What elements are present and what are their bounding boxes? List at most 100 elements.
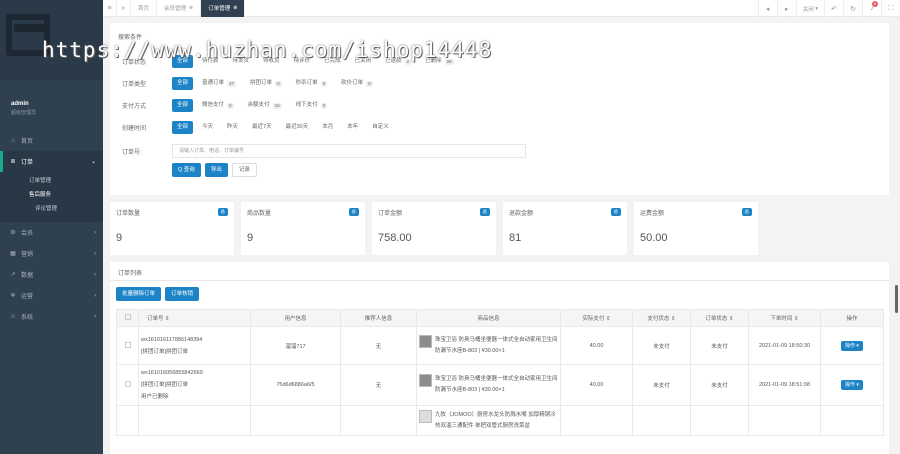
- export-button[interactable]: 导出: [204, 163, 228, 177]
- filter-option[interactable]: 今天: [197, 121, 218, 134]
- order-status-cell: 未支付: [690, 364, 749, 406]
- row-select[interactable]: [116, 405, 139, 436]
- close-icon[interactable]: ⊗: [189, 5, 193, 11]
- checkbox[interactable]: [124, 341, 131, 348]
- filter-option[interactable]: 最近30天: [281, 121, 314, 134]
- notification-badge: 8: [871, 1, 878, 7]
- stat-badge: 总: [610, 208, 621, 216]
- sidebar-item-data[interactable]: ↗ 数据 ›: [0, 264, 103, 285]
- operate-dropdown[interactable]: 操作 ▾: [841, 340, 863, 351]
- filter-option[interactable]: 全部: [172, 99, 194, 112]
- user-profile[interactable]: admin 超级管理员: [11, 101, 36, 116]
- fullscreen-icon[interactable]: ⛶: [881, 0, 900, 17]
- filter-option[interactable]: 全部: [172, 77, 194, 90]
- checkbox[interactable]: [124, 381, 131, 387]
- record-button[interactable]: 记录: [231, 163, 257, 177]
- query-button[interactable]: Q 查询: [172, 163, 201, 177]
- tab-scroll-left-icon[interactable]: ◂: [757, 0, 777, 17]
- col-user: 用户信息: [250, 309, 341, 327]
- sidebar-item-system[interactable]: ☺ 系统 ›: [0, 306, 103, 327]
- sidebar-item-home[interactable]: ⌂ 首页: [0, 130, 103, 151]
- table-row: wx161016117886148394 [拼团订单]拼团订单 溜溜717 无 珠…: [116, 326, 884, 365]
- time-cell: 2021-01-09 18:51:08: [748, 364, 821, 406]
- close-dropdown[interactable]: 关闭 ▾: [795, 0, 824, 17]
- col-order-status[interactable]: 订单状态 ⇕: [690, 309, 749, 327]
- stat-card-goods: 商品数量 总 9: [241, 202, 365, 255]
- col-referrer: 推荐人信息: [340, 309, 417, 327]
- user-cell: [250, 405, 341, 436]
- pay-status-cell: 未支付: [632, 364, 691, 406]
- order-no-cell: wx161016117886148394 [拼团订单]拼团订单: [138, 326, 251, 365]
- operate-dropdown[interactable]: 操作 ▾: [841, 380, 863, 390]
- sidebar-item-ops[interactable]: ✲ 运营 ›: [0, 285, 103, 306]
- filter-option[interactable]: 普通订单 37: [197, 77, 241, 90]
- order-table: 订单号 ⇕ 用户信息 推荐人信息 商品信息 实际支付 ⇕ 支付状态 ⇕ 订单状态…: [116, 309, 884, 436]
- submenu-comment[interactable]: 评论管理: [0, 202, 103, 216]
- close-icon[interactable]: ⊗: [233, 5, 237, 11]
- goods-cell: 九牧（JOMOO）厨房水龙头防溅水嘴 加厚精铜冷热双温三通配件 单把双管式厨房洗…: [416, 405, 561, 436]
- submenu-after-sale[interactable]: 售后服务: [0, 188, 103, 202]
- stat-value: 758.00: [378, 232, 412, 244]
- tab-scroll-right-icon[interactable]: ▸: [776, 0, 796, 17]
- filter-option[interactable]: 昨天: [222, 121, 243, 134]
- filter-option[interactable]: 余额支付 15: [243, 99, 287, 112]
- watermark-text: https://www.huzhan.com/ishop14448: [42, 38, 493, 62]
- col-time[interactable]: 下单时间 ⇕: [748, 309, 821, 327]
- filter-option[interactable]: 最近7天: [247, 121, 277, 134]
- refresh-icon[interactable]: ↻: [843, 0, 862, 17]
- tab-member[interactable]: 会员管理 ⊗: [157, 0, 202, 17]
- search-actions: Q 查询 导出 记录: [172, 163, 261, 177]
- home-icon: ⌂: [11, 137, 15, 144]
- table-row: 九牧（JOMOO）厨房水龙头防溅水嘴 加厚精铜冷热双温三通配件 单把双管式厨房洗…: [116, 405, 884, 436]
- checkbox[interactable]: [124, 314, 131, 320]
- filter-option[interactable]: 线下支付 0: [291, 99, 333, 112]
- filter-option[interactable]: 秒杀订单 0: [291, 77, 333, 90]
- sidebar-item-marketing[interactable]: ▦ 营销 ›: [0, 243, 103, 264]
- bell-icon[interactable]: ♪ 8: [862, 0, 881, 17]
- time-cell: 2021-01-09 18:50:30: [748, 326, 821, 365]
- filter-option[interactable]: 本年: [342, 121, 363, 134]
- filter-option[interactable]: 本月: [317, 121, 338, 134]
- submenu-order-manage[interactable]: 订单管理: [0, 174, 103, 188]
- user-role[interactable]: 超级管理员: [11, 109, 36, 116]
- filter-option[interactable]: 微信支付 0: [197, 99, 239, 112]
- row-select[interactable]: [116, 364, 139, 406]
- order-search-input[interactable]: 请输入订单、电话、订单编号: [172, 144, 526, 158]
- stat-value: 81: [509, 232, 522, 244]
- stat-card-amount: 订单金额 总 758.00: [372, 202, 496, 255]
- stat-value: 9: [247, 232, 254, 244]
- pay-status-cell: 未支付: [632, 326, 691, 365]
- filter-option[interactable]: 砍价订单 0: [336, 77, 378, 90]
- tab-home[interactable]: 首页: [131, 0, 158, 17]
- filter-option[interactable]: 拼团订单 0: [245, 77, 287, 90]
- order-search-row: 订单号: 请输入订单、电话、订单编号: [122, 144, 526, 158]
- top-right-actions: ◂ ▸ 关闭 ▾ ↶ ↻ ♪ 8 ⛶: [757, 0, 900, 17]
- verify-order-button[interactable]: 订单核销: [165, 287, 200, 301]
- select-all-header[interactable]: [116, 309, 139, 327]
- stat-title: 订单金额: [378, 211, 403, 217]
- tab-order[interactable]: 订单管理 ⊗: [201, 0, 246, 17]
- filter-option[interactable]: 全部: [172, 121, 194, 134]
- row-select[interactable]: [116, 326, 139, 365]
- col-order-no[interactable]: 订单号 ⇕: [138, 309, 251, 327]
- sidebar-item-member[interactable]: ⚙ 会员 ›: [0, 222, 103, 243]
- filter-option[interactable]: 自定义: [367, 121, 394, 134]
- batch-delete-button[interactable]: 批量删除订单: [116, 287, 162, 301]
- referrer-cell: 无: [340, 326, 417, 365]
- stat-title: 退款金额: [509, 211, 534, 217]
- stat-badge: 总: [348, 208, 359, 216]
- menu-toggle-icon[interactable]: ≡: [103, 0, 117, 17]
- stat-badge: 总: [479, 208, 490, 216]
- stat-title: 商品数量: [247, 211, 272, 217]
- stat-badge: 总: [741, 208, 752, 216]
- side-nav: ⌂ 首页 ≣ 订单 ⌄ 订单管理 售后服务 评论管理 ⚙ 会员 › ▦ 营销 › ↗ 数据 › ✲…: [0, 130, 103, 327]
- ops-cell: [820, 405, 884, 436]
- page-scrollbar[interactable]: [895, 285, 898, 313]
- tab-prev-icon[interactable]: «: [117, 0, 131, 17]
- list-icon: ≣: [10, 158, 16, 165]
- chevron-down-icon: ⌄: [90, 159, 96, 165]
- col-pay[interactable]: 实际支付 ⇕: [560, 309, 633, 327]
- sidebar-item-order[interactable]: ≣ 订单 ⌄: [0, 151, 103, 172]
- back-icon[interactable]: ↶: [824, 0, 843, 17]
- col-pay-status[interactable]: 支付状态 ⇕: [632, 309, 691, 327]
